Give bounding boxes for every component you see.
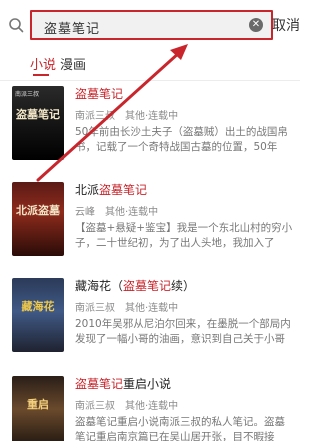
- list-item[interactable]: 藏海花 藏海花（盗墓笔记续） 南派三叔 其他·连载中 2010年吴邪从尼泊尔回来，…: [0, 278, 300, 362]
- book-cover: 藏海花: [12, 278, 64, 352]
- book-category: 其他·连载中: [105, 207, 159, 218]
- cover-title: 盗墓笔记: [16, 108, 60, 121]
- book-description: 【盗墓+悬疑+鉴宝】我是一个东北山村的穷小子，二十世纪初，为了出人头地，我加入了: [75, 222, 293, 249]
- book-category: 其他·连载中: [125, 401, 179, 412]
- search-icon: [9, 18, 24, 33]
- book-title[interactable]: 盗墓笔记重启小说: [75, 376, 293, 392]
- book-category: 其他·连载中: [125, 303, 179, 314]
- list-item[interactable]: 重启 盗墓笔记重启小说 南派三叔 其他·连载中 盗墓笔记重启小说南派三叔的私人笔记…: [0, 376, 300, 441]
- book-author: 南派三叔: [75, 401, 115, 412]
- book-author: 南派三叔: [75, 303, 115, 314]
- book-description: 2010年吴邪从尼泊尔回来，在墨脱一个部局内发现了一幅小哥的油画，意识到自己关于…: [75, 318, 291, 345]
- book-author: 云峰: [75, 207, 95, 218]
- cancel-button[interactable]: 取消: [272, 15, 300, 35]
- list-item[interactable]: 北派盗墓 北派盗墓笔记 云峰 其他·连载中 【盗墓+悬疑+鉴宝】我是一个东北山村的…: [0, 182, 300, 266]
- cover-title: 重启: [27, 398, 49, 411]
- title-highlight: 盗墓笔记: [123, 279, 172, 293]
- book-title[interactable]: 盗墓笔记: [75, 86, 293, 102]
- book-cover: 南派三叔 盗墓笔记: [12, 86, 64, 160]
- cover-title: 藏海花: [21, 300, 55, 313]
- book-author: 南派三叔: [75, 111, 115, 122]
- category-tabs: 小说 漫画: [0, 50, 300, 78]
- clear-icon[interactable]: ✕: [249, 18, 263, 32]
- title-highlight: 盗墓笔记: [75, 87, 124, 101]
- book-meta: 南派三叔 其他·连载中: [75, 397, 293, 412]
- book-category: 其他·连载中: [125, 111, 179, 122]
- book-description: 盗墓笔记重启小说南派三叔的私人笔记。盗墓笔记重启南京篇已在吴山居开张，目不暇接: [75, 416, 285, 441]
- title-highlight: 盗墓笔记: [75, 377, 124, 391]
- search-header: 盗墓笔记 ✕ 取消: [0, 0, 300, 50]
- tab-novel[interactable]: 小说: [30, 54, 56, 73]
- cover-author-label: 南派三叔: [15, 91, 40, 98]
- book-cover: 重启: [12, 376, 64, 441]
- tab-active-indicator: [33, 74, 49, 76]
- book-meta: 云峰 其他·连载中: [75, 203, 293, 218]
- tab-comic[interactable]: 漫画: [60, 54, 86, 73]
- book-title[interactable]: 北派盗墓笔记: [75, 182, 293, 198]
- list-item[interactable]: 南派三叔 盗墓笔记 盗墓笔记 南派三叔 其他·连载中 50年前由长沙土夫子（盗墓贼…: [0, 86, 300, 170]
- search-bar: 盗墓笔记 ✕: [8, 10, 273, 40]
- book-description: 50年前由长沙土夫子（盗墓贼）出土的战国帛书，记载了一个奇特战国古墓的位置，50…: [75, 126, 288, 153]
- divider: [0, 80, 300, 81]
- book-title[interactable]: 藏海花（盗墓笔记续）: [75, 278, 293, 294]
- book-cover: 北派盗墓: [12, 182, 64, 256]
- book-meta: 南派三叔 其他·连载中: [75, 299, 293, 314]
- search-input[interactable]: 盗墓笔记 ✕: [30, 10, 273, 40]
- title-highlight: 盗墓笔记: [99, 183, 148, 197]
- search-query-text: 盗墓笔记: [44, 22, 101, 37]
- book-meta: 南派三叔 其他·连载中: [75, 107, 293, 122]
- cover-title: 北派盗墓: [16, 204, 60, 217]
